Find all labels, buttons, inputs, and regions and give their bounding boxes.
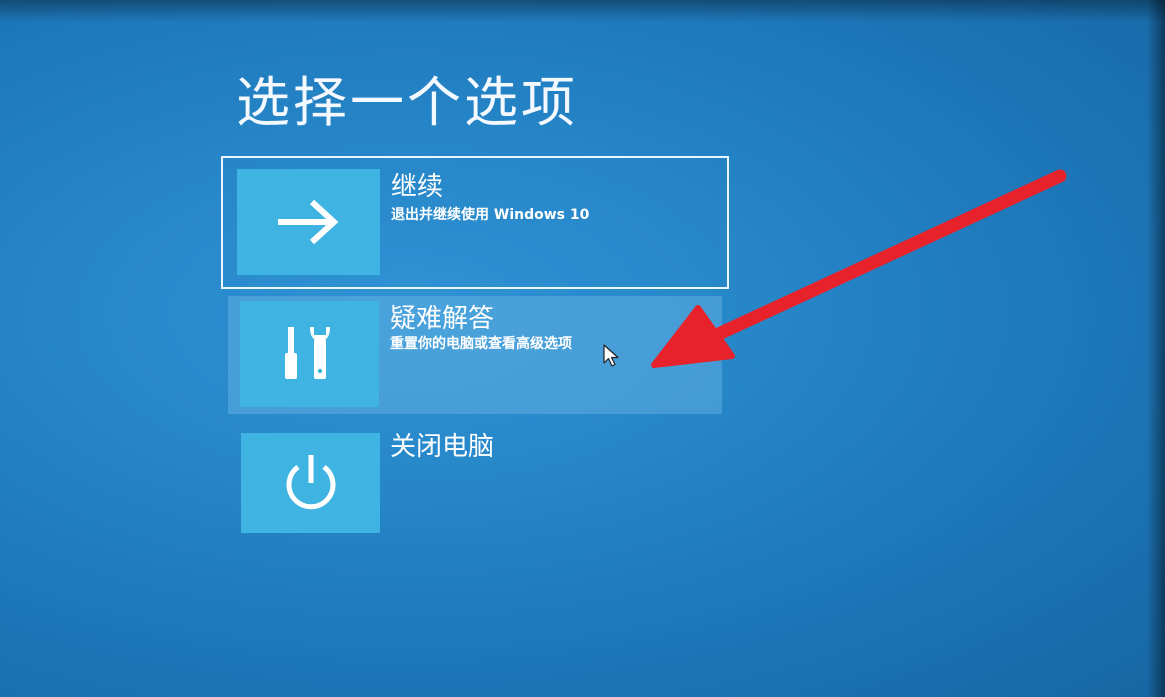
arrow-right-icon xyxy=(277,199,338,245)
option-shutdown-title: 关闭电脑 xyxy=(390,432,495,462)
option-continue-description: 退出并继续使用 Windows 10 xyxy=(391,207,590,223)
option-troubleshoot-description: 重置你的电脑或查看高级选项 xyxy=(390,336,572,352)
troubleshoot-tile xyxy=(240,301,379,407)
option-continue-title: 继续 xyxy=(391,172,444,202)
page-title: 选择一个选项 xyxy=(236,71,578,134)
recovery-screen: 选择一个选项 继续 退出并继续使用 Windows 10 疑难解答 重置你的电脑… xyxy=(0,0,1165,697)
option-shutdown[interactable]: 关闭电脑 xyxy=(228,426,722,538)
shutdown-tile xyxy=(241,433,380,533)
mouse-cursor-icon xyxy=(603,344,619,367)
tools-icon xyxy=(284,327,330,379)
option-troubleshoot[interactable]: 疑难解答 重置你的电脑或查看高级选项 xyxy=(228,296,722,414)
option-continue[interactable]: 继续 退出并继续使用 Windows 10 xyxy=(221,156,729,289)
power-icon xyxy=(286,455,335,510)
continue-tile xyxy=(237,169,380,275)
option-troubleshoot-title: 疑难解答 xyxy=(390,304,495,334)
